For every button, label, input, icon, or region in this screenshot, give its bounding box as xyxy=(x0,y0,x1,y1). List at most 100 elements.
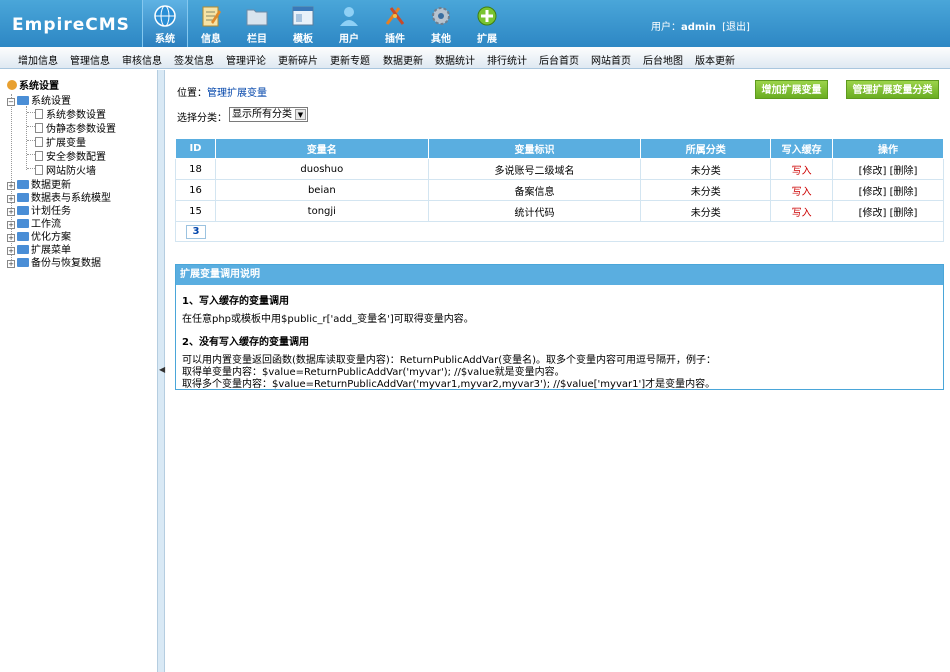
menu-review-info[interactable]: 审核信息 xyxy=(122,52,162,67)
folder-icon xyxy=(17,206,29,215)
user-label: 用户： xyxy=(651,22,681,33)
menu-rank-stats[interactable]: 排行统计 xyxy=(487,52,527,67)
nav-user-label: 用户 xyxy=(339,34,359,45)
nav-user[interactable]: 用户 xyxy=(326,0,372,47)
nav-extend[interactable]: 扩展 xyxy=(464,0,510,47)
menu-admin-home[interactable]: 后台首页 xyxy=(539,52,579,67)
col-header-id: ID xyxy=(175,138,216,159)
main-content: 位置：管理扩展变量 增加扩展变量 管理扩展变量分类 选择分类： 显示所有分类 ▼… xyxy=(165,70,950,672)
col-header-var-name: 变量名 xyxy=(214,138,429,159)
breadcrumb-link[interactable]: 管理扩展变量 xyxy=(207,88,267,99)
cell-actions: [修改] [删除] xyxy=(832,179,944,201)
nav-system[interactable]: 系统 xyxy=(142,0,188,47)
tree-guide-line xyxy=(27,112,35,113)
empirecms-logo[interactable]: EmpireCMS xyxy=(6,8,142,40)
folder-icon xyxy=(17,245,29,254)
help-section1-title: 1、写入缓存的变量调用 xyxy=(182,296,289,307)
help-panel: 扩展变量调用说明 1、写入缓存的变量调用 在任意php或模板中用$public_… xyxy=(175,264,944,390)
nav-column[interactable]: 栏目 xyxy=(234,0,280,47)
menu-site-home[interactable]: 网站首页 xyxy=(591,52,631,67)
category-select[interactable]: 显示所有分类 ▼ xyxy=(229,107,308,122)
tree-root-label: 系统设置 xyxy=(19,81,59,92)
col-header-var-label: 变量标识 xyxy=(427,138,642,159)
help-title: 扩展变量调用说明 xyxy=(176,265,943,285)
col-header-actions: 操作 xyxy=(832,138,944,159)
delete-link[interactable]: [删除] xyxy=(890,187,918,198)
nav-other[interactable]: 其他 xyxy=(418,0,464,47)
menu-manage-info[interactable]: 管理信息 xyxy=(70,52,110,67)
expand-icon[interactable]: + xyxy=(7,260,15,268)
cell-var-name: tongji xyxy=(214,200,429,222)
tree-guide-line xyxy=(27,168,35,169)
delete-link[interactable]: [删除] xyxy=(890,208,918,219)
tree-root[interactable]: 系统设置 xyxy=(7,77,59,92)
menu-update-fragments[interactable]: 更新碎片 xyxy=(278,52,318,67)
tree-item-firewall[interactable]: 网站防火墙 xyxy=(35,162,96,177)
edit-link[interactable]: [修改] xyxy=(859,208,887,219)
cell-var-name: duoshuo xyxy=(214,158,429,180)
menu-update-topics[interactable]: 更新专题 xyxy=(330,52,370,67)
cell-category: 未分类 xyxy=(640,200,772,222)
top-header: EmpireCMS 系统 信息 栏目 模板 用户 插件 其他 扩展 用户：adm… xyxy=(0,0,950,47)
tree-item-security-config[interactable]: 安全参数配置 xyxy=(35,148,106,163)
tree-item-rewrite-params[interactable]: 伪静态参数设置 xyxy=(35,120,116,135)
help-section1-text: 在任意php或模板中用$public_r['add_变量名']可取得变量内容。 xyxy=(182,314,474,325)
extend-vars-table: ID 变量名 变量标识 所属分类 写入缓存 操作 18 duoshuo 多说账号… xyxy=(175,138,944,242)
nav-plugin[interactable]: 插件 xyxy=(372,0,418,47)
page-icon xyxy=(35,109,43,119)
settings-icon xyxy=(7,80,17,90)
cell-cache: 写入 xyxy=(770,158,834,180)
tree-guide-line xyxy=(27,154,35,155)
tree-item-system-params[interactable]: 系统参数设置 xyxy=(35,106,106,121)
category-select-value: 显示所有分类 xyxy=(232,109,292,120)
edit-link[interactable]: [修改] xyxy=(859,166,887,177)
cell-cache: 写入 xyxy=(770,179,834,201)
nav-info[interactable]: 信息 xyxy=(188,0,234,47)
chevron-down-icon[interactable]: ▼ xyxy=(295,109,306,120)
menu-data-update[interactable]: 数据更新 xyxy=(383,52,423,67)
tree-item-extend-vars[interactable]: 扩展变量 xyxy=(35,134,86,149)
tree-folder-label: 备份与恢复数据 xyxy=(31,258,101,269)
col-header-cache: 写入缓存 xyxy=(770,138,834,159)
edit-link[interactable]: [修改] xyxy=(859,187,887,198)
delete-link[interactable]: [删除] xyxy=(890,166,918,177)
page-icon xyxy=(35,137,43,147)
nav-system-label: 系统 xyxy=(155,34,175,45)
nav-template[interactable]: 模板 xyxy=(280,0,326,47)
menu-data-stats[interactable]: 数据统计 xyxy=(435,52,475,67)
menu-version-update[interactable]: 版本更新 xyxy=(695,52,735,67)
table-row: 15 tongji 统计代码 未分类 写入 [修改] [删除] xyxy=(175,200,944,222)
table-header-row: ID 变量名 变量标识 所属分类 写入缓存 操作 xyxy=(175,138,944,159)
page-icon xyxy=(35,123,43,133)
folder-icon xyxy=(17,258,29,267)
logo-text: EmpireCMS xyxy=(12,15,130,35)
nav-template-label: 模板 xyxy=(293,34,313,45)
panel-splitter[interactable]: ◀ xyxy=(157,70,165,672)
tree-folder-system[interactable]: − 系统设置 xyxy=(7,92,71,107)
menu-manage-comments[interactable]: 管理评论 xyxy=(226,52,266,67)
add-extend-var-button[interactable]: 增加扩展变量 xyxy=(755,80,828,99)
tree-guide-line xyxy=(26,106,27,170)
menu-admin-map[interactable]: 后台地图 xyxy=(643,52,683,67)
collapse-icon[interactable]: − xyxy=(7,98,15,106)
manage-var-category-button[interactable]: 管理扩展变量分类 xyxy=(846,80,939,99)
cell-var-label: 多说账号二级域名 xyxy=(427,158,642,180)
cell-category: 未分类 xyxy=(640,158,772,180)
table-row: 16 beian 备案信息 未分类 写入 [修改] [删除] xyxy=(175,179,944,201)
logout-link[interactable]: [退出] xyxy=(722,22,750,33)
page-number[interactable]: 3 xyxy=(186,224,206,239)
tools-icon xyxy=(385,7,405,25)
quick-menu-bar: 增加信息 管理信息 审核信息 签发信息 管理评论 更新碎片 更新专题 数据更新 … xyxy=(0,47,950,69)
folder-icon xyxy=(17,180,29,189)
cell-category: 未分类 xyxy=(640,179,772,201)
menu-sign-info[interactable]: 签发信息 xyxy=(174,52,214,67)
menu-add-info[interactable]: 增加信息 xyxy=(18,52,58,67)
breadcrumb-label: 位置： xyxy=(177,88,207,99)
tree-folder-backup-restore[interactable]: + 备份与恢复数据 xyxy=(7,254,101,269)
nav-other-label: 其他 xyxy=(431,34,451,45)
plus-icon xyxy=(477,6,497,26)
category-select-label: 选择分类： xyxy=(177,113,227,124)
folder-icon xyxy=(17,219,29,228)
breadcrumb: 位置：管理扩展变量 xyxy=(177,84,267,99)
cell-var-label: 统计代码 xyxy=(427,200,642,222)
